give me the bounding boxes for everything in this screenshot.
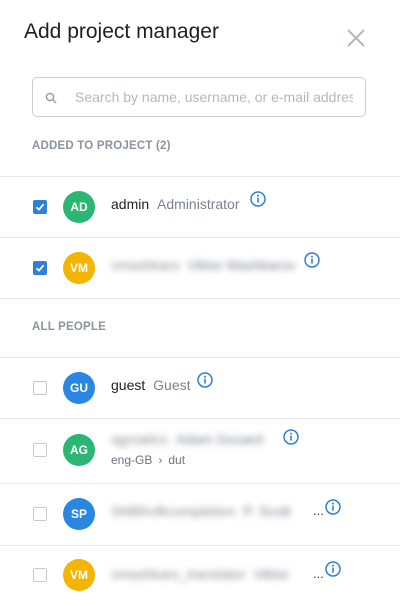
search-icon — [45, 92, 57, 104]
list-item-ag[interactable]: AG agroatics Adam Gouard eng-GB › dut — [0, 419, 400, 479]
search-box — [32, 77, 366, 117]
avatar: VM — [63, 559, 95, 591]
section-all-people: ALL PEOPLE — [32, 321, 106, 333]
user-full-name: Adam Gouard — [175, 431, 263, 447]
language-pair: eng-GB › dut — [111, 453, 185, 467]
dialog-title: Add project manager — [24, 20, 219, 43]
search-input[interactable] — [75, 78, 353, 116]
list-item-added-vm[interactable]: VM vmashkaro Viktor Mashkarov — [0, 238, 400, 298]
target-language: dut — [168, 453, 186, 467]
source-language: eng-GB — [111, 453, 153, 467]
list-item-vm-translator[interactable]: VM vmashkaro_translator Viktor ... — [0, 546, 400, 606]
user-name-row-redacted: agroatics Adam Gouard — [111, 431, 263, 447]
user-full-name: Viktor Mashkarov — [187, 257, 296, 273]
user-name-row: guest Guest — [111, 377, 191, 393]
username: vmashkaro — [111, 257, 180, 273]
checkbox-unchecked[interactable] — [33, 507, 47, 521]
info-icon[interactable] — [325, 499, 341, 515]
info-icon[interactable] — [250, 191, 266, 207]
list-item-sp[interactable]: SP SMBlrofkcompletion P. Scott ... — [0, 484, 400, 544]
user-full-name: Administrator — [157, 196, 240, 212]
close-icon[interactable] — [343, 25, 369, 51]
list-item-guest[interactable]: GU guest Guest — [0, 358, 400, 418]
info-icon[interactable] — [283, 429, 299, 445]
username: guest — [111, 377, 146, 393]
username: agroatics — [111, 431, 168, 447]
avatar: GU — [63, 372, 95, 404]
avatar: VM — [63, 252, 95, 284]
info-icon[interactable] — [325, 561, 341, 577]
checkbox-unchecked[interactable] — [33, 381, 47, 395]
user-full-name: P. Scott — [243, 503, 291, 519]
info-icon[interactable] — [197, 372, 213, 388]
divider — [0, 298, 400, 299]
checkbox-unchecked[interactable] — [33, 568, 47, 582]
user-name-row-redacted: vmashkaro Viktor Mashkarov — [111, 257, 295, 273]
user-full-name: Viktor — [253, 566, 290, 582]
truncation-ellipsis: ... — [313, 503, 324, 518]
user-name-row-redacted: vmashkaro_translator Viktor — [111, 566, 307, 582]
username: SMBlrofkcompletion — [111, 503, 236, 519]
avatar: SP — [63, 498, 95, 530]
username: vmashkaro_translator — [111, 566, 246, 582]
user-name-row-redacted: SMBlrofkcompletion P. Scott — [111, 503, 307, 519]
checkbox-unchecked[interactable] — [33, 443, 47, 457]
username: admin — [111, 196, 150, 212]
checkmark-icon — [35, 264, 45, 272]
list-item-added-admin[interactable]: AD admin Administrator — [0, 177, 400, 237]
avatar: AG — [63, 434, 95, 466]
user-full-name: Guest — [153, 377, 191, 393]
checkbox-checked[interactable] — [33, 200, 47, 214]
checkmark-icon — [35, 203, 45, 211]
chevron-right-icon: › — [158, 453, 163, 467]
section-added-to-project: ADDED TO PROJECT (2) — [32, 140, 171, 152]
checkbox-checked[interactable] — [33, 261, 47, 275]
truncation-ellipsis: ... — [313, 566, 324, 581]
avatar: AD — [63, 191, 95, 223]
info-icon[interactable] — [304, 252, 320, 268]
user-name-row: admin Administrator — [111, 196, 240, 212]
